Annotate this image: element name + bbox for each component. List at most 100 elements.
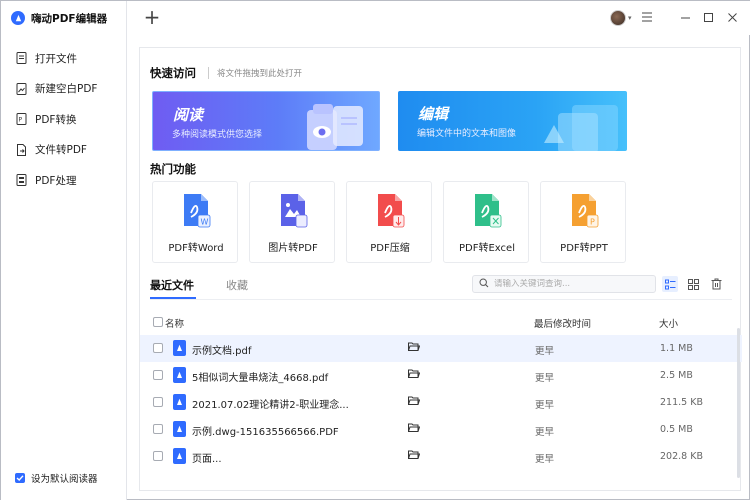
column-name[interactable]: 名称 xyxy=(165,316,184,330)
main-panel: 快速访问 将文件拖拽到此处打开 阅读 多种阅读模式供您选择 编辑 编辑文件中的文… xyxy=(139,47,742,491)
process-icon xyxy=(15,174,27,187)
sidebar-item-pdf-process[interactable]: PDF处理 xyxy=(1,165,127,196)
file-size: 202.8 KB xyxy=(660,451,703,462)
file-icon xyxy=(15,52,27,65)
hot-features-heading: 热门功能 xyxy=(150,162,196,176)
tool-label: 图片转PDF xyxy=(268,243,318,254)
default-reader-toggle[interactable]: 设为默认阅读器 xyxy=(15,471,98,485)
svg-text:P: P xyxy=(18,117,22,124)
close-icon[interactable] xyxy=(724,9,740,25)
checkbox-checked-icon[interactable] xyxy=(15,473,25,483)
sidebar-item-label: 新建空白PDF xyxy=(35,83,98,96)
pdf-to-word-icon: W xyxy=(181,193,211,229)
table-row[interactable]: 示例文档.pdf 更早 1.1 MB xyxy=(140,335,742,362)
tool-pdf-to-word[interactable]: W PDF转Word xyxy=(152,181,238,263)
tab-favorites[interactable]: 收藏 xyxy=(226,277,248,297)
sidebar-item-open-file[interactable]: 打开文件 xyxy=(1,43,127,74)
open-folder-icon[interactable] xyxy=(407,368,422,382)
column-modified[interactable]: 最后修改时间 xyxy=(534,316,591,330)
grid-view-icon[interactable] xyxy=(685,276,701,292)
pdf-compress-icon xyxy=(375,193,405,229)
open-folder-icon[interactable] xyxy=(407,395,422,409)
brand: 嗨动PDF编辑器 xyxy=(11,9,107,27)
svg-text:P: P xyxy=(590,218,595,227)
table-row[interactable]: 5相似词大量串烧法_4668.pdf 更早 2.5 MB xyxy=(140,362,742,389)
file-tabs: 最近文件 收藏 xyxy=(150,277,248,297)
tool-label: PDF压缩 xyxy=(370,243,410,254)
pdf-to-excel-icon xyxy=(472,193,502,229)
sidebar-item-label: PDF转换 xyxy=(35,113,77,126)
default-reader-label: 设为默认阅读器 xyxy=(31,474,98,485)
row-checkbox[interactable] xyxy=(153,343,163,353)
column-size[interactable]: 大小 xyxy=(659,316,678,330)
divider xyxy=(150,299,732,300)
sidebar: 嗨动PDF编辑器 打开文件 新建空白PDF P PDF转换 文件转PDF PDF… xyxy=(1,1,127,500)
file-size: 0.5 MB xyxy=(660,424,693,435)
edit-card-title: 编辑 xyxy=(418,105,449,123)
file-modified: 更早 xyxy=(535,400,555,411)
file-modified: 更早 xyxy=(535,454,555,465)
file-name: 示例.dwg-1516355665​66.PDF xyxy=(192,427,339,438)
tool-pdf-to-ppt[interactable]: P PDF转PPT xyxy=(540,181,626,263)
file-modified: 更早 xyxy=(535,373,555,384)
trash-icon[interactable] xyxy=(708,276,724,292)
user-avatar[interactable] xyxy=(610,10,626,26)
tool-label: PDF转Excel xyxy=(459,243,515,254)
tool-label: PDF转PPT xyxy=(560,243,608,254)
minimize-icon[interactable] xyxy=(677,9,693,25)
open-folder-icon[interactable] xyxy=(407,449,422,463)
edit-card[interactable]: 编辑 编辑文件中的文本和图像 xyxy=(398,91,627,151)
file-modified: 更早 xyxy=(535,427,555,438)
select-all-checkbox[interactable] xyxy=(153,317,163,327)
row-checkbox[interactable] xyxy=(153,397,163,407)
book-illustration-icon xyxy=(303,102,363,150)
sidebar-item-pdf-convert[interactable]: P PDF转换 xyxy=(1,104,127,135)
menu-icon[interactable] xyxy=(639,9,655,25)
app-title: 嗨动PDF编辑器 xyxy=(31,12,108,25)
read-card[interactable]: 阅读 多种阅读模式供您选择 xyxy=(152,91,380,151)
pdf-file-icon xyxy=(173,367,186,383)
sidebar-item-new-blank-pdf[interactable]: 新建空白PDF xyxy=(1,74,127,105)
table-row[interactable]: 示例.dwg-1516355665​66.PDF 更早 0.5 MB xyxy=(140,416,742,443)
tool-image-to-pdf[interactable]: 图片转PDF xyxy=(249,181,335,263)
file-name: 2021.07.02理论精讲2-职业理念... xyxy=(192,400,349,411)
tool-pdf-to-excel[interactable]: PDF转Excel xyxy=(443,181,529,263)
tab-recent-files[interactable]: 最近文件 xyxy=(150,277,194,297)
sidebar-item-label: 打开文件 xyxy=(35,52,77,65)
title-bar: + ▾ xyxy=(127,1,750,35)
row-checkbox[interactable] xyxy=(153,424,163,434)
row-checkbox[interactable] xyxy=(153,370,163,380)
image-file-icon xyxy=(15,82,27,95)
read-card-subtitle: 多种阅读模式供您选择 xyxy=(172,130,263,140)
pdf-file-icon xyxy=(173,448,186,464)
svg-text:W: W xyxy=(201,218,209,227)
file-size: 2.5 MB xyxy=(660,370,693,381)
tool-label: PDF转Word xyxy=(168,243,224,254)
sidebar-item-file-to-pdf[interactable]: 文件转PDF xyxy=(1,135,127,166)
new-tab-button[interactable]: + xyxy=(143,7,161,27)
file-name: 5相似词大量串烧法_4668.pdf xyxy=(192,373,329,384)
app-window: 嗨动PDF编辑器 打开文件 新建空白PDF P PDF转换 文件转PDF PDF… xyxy=(0,0,750,500)
file-size: 1.1 MB xyxy=(660,343,693,354)
scrollbar[interactable] xyxy=(737,328,740,478)
table-row[interactable]: 页面... 更早 202.8 KB xyxy=(140,443,742,470)
documents-illustration-icon xyxy=(538,99,624,151)
row-checkbox[interactable] xyxy=(153,451,163,461)
maximize-icon[interactable] xyxy=(700,9,716,25)
read-card-title: 阅读 xyxy=(173,106,204,124)
file-modified: 更早 xyxy=(535,346,555,357)
search-input[interactable] xyxy=(494,279,644,289)
sidebar-nav: 打开文件 新建空白PDF P PDF转换 文件转PDF PDF处理 xyxy=(1,43,127,196)
search-box[interactable] xyxy=(472,275,656,293)
tool-pdf-compress[interactable]: PDF压缩 xyxy=(346,181,432,263)
file-to-pdf-icon xyxy=(15,143,27,156)
open-folder-icon[interactable] xyxy=(407,422,422,436)
caret-down-icon[interactable]: ▾ xyxy=(628,14,632,22)
table-row[interactable]: 2021.07.02理论精讲2-职业理念... 更早 211.5 KB xyxy=(140,389,742,416)
pdf-file-icon xyxy=(173,340,186,356)
sidebar-item-label: 文件转PDF xyxy=(35,144,87,157)
list-view-icon[interactable] xyxy=(662,276,678,292)
file-name: 页面... xyxy=(192,454,222,465)
open-folder-icon[interactable] xyxy=(407,341,422,355)
file-name: 示例文档.pdf xyxy=(192,346,252,357)
